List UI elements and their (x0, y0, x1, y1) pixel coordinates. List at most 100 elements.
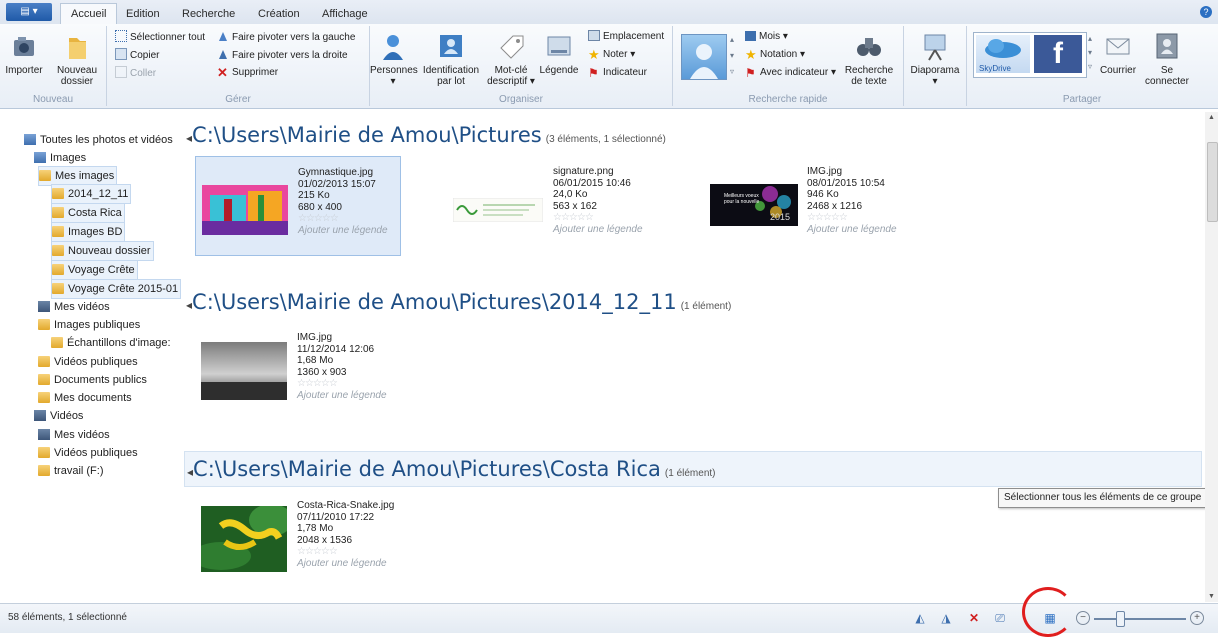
copier-button[interactable]: Copier (115, 48, 159, 62)
identification-button[interactable]: Identification par lot (422, 32, 480, 87)
paste-icon (115, 66, 127, 78)
tab-edition[interactable]: Edition (126, 4, 160, 24)
nav-voyage-crete-2015[interactable]: Voyage Crête 2015-01 (51, 279, 182, 299)
nav-images[interactable]: Images (34, 149, 86, 167)
indicateur-button[interactable]: ⚑ Indicateur (588, 66, 647, 80)
photo-item[interactable]: Gymnastique.jpg 01/02/2013 15:07 215 Ko … (195, 156, 401, 256)
nav-videos[interactable]: Vidéos (34, 407, 83, 425)
group-organiser: Personnes ▾ Identification par lot Mot-clé… (370, 26, 673, 106)
rating-stars[interactable]: ☆☆☆☆☆ (553, 212, 643, 224)
zoom-slider-thumb[interactable] (1116, 611, 1125, 627)
nav-documents-publics[interactable]: Documents publics (38, 371, 147, 389)
photo-thumbnail[interactable] (452, 197, 544, 223)
se-connecter-button[interactable]: Se connecter (1143, 32, 1191, 87)
mois-button[interactable]: Mois ▾ (745, 30, 788, 44)
photo-thumbnail[interactable] (202, 185, 288, 235)
nav-images-bd[interactable]: Images BD (51, 222, 126, 242)
photo-item[interactable]: IMG.jpg 11/12/2014 12:06 1,68 Mo 1360 x … (195, 322, 399, 420)
nouveau-dossier-button[interactable]: Nouveau dossier (54, 32, 100, 87)
rating-stars[interactable]: ☆☆☆☆☆ (297, 546, 394, 558)
add-caption-link[interactable]: Ajouter une légende (297, 558, 394, 570)
ribbon-tab-strip: ▤ ▾ Accueil Edition Recherche Création A… (0, 0, 1218, 25)
nav-voyage-crete[interactable]: Voyage Crête (51, 260, 138, 280)
nav-costa-rica[interactable]: Costa Rica (51, 203, 125, 223)
folder-icon (38, 319, 50, 330)
rotate-left-button[interactable]: Faire pivoter vers la gauche (217, 30, 355, 44)
group-header-costa-rica[interactable]: ◂C:\Users\Mairie de Amou\Pictures\Costa … (184, 451, 1202, 487)
legende-button[interactable]: Légende (538, 32, 580, 76)
photo-thumbnail[interactable] (191, 504, 293, 572)
personnes-button[interactable]: Personnes ▾ (370, 32, 418, 87)
recherche-texte-button[interactable]: Recherche de texte (841, 32, 897, 87)
rating-stars[interactable]: ☆☆☆☆☆ (298, 213, 388, 225)
zoom-out-icon[interactable]: − (1076, 611, 1090, 625)
video-folder-icon (38, 301, 50, 312)
add-caption-link[interactable]: Ajouter une légende (807, 224, 897, 236)
rotate-right-icon[interactable]: ◮ (938, 611, 954, 625)
notation-button[interactable]: ★ Notation ▾ (745, 48, 805, 62)
facebook-tile[interactable]: f (1034, 35, 1082, 73)
nav-images-publiques[interactable]: Images publiques (38, 316, 140, 334)
group-header-2014-12-11[interactable]: ◂C:\Users\Mairie de Amou\Pictures\2014_1… (186, 285, 731, 319)
app-menu-button[interactable]: ▤ ▾ (6, 3, 52, 21)
photo-item[interactable]: Meilleurs voeux pour la nouvelle 2015 IM… (705, 156, 909, 254)
tab-recherche[interactable]: Recherche (182, 4, 235, 24)
tab-accueil[interactable]: Accueil (60, 3, 118, 25)
nav-echantillons[interactable]: Échantillons d'image: (51, 334, 171, 352)
photo-thumbnail[interactable]: Meilleurs voeux pour la nouvelle 2015 (710, 184, 798, 226)
folder-icon (52, 245, 64, 256)
mot-cle-button[interactable]: Mot-clé descriptif ▾ (486, 32, 536, 87)
share-gallery-scroll[interactable]: ▴ ▾ ▿ (1085, 32, 1095, 76)
tag-person-icon (435, 32, 467, 62)
rotate-right-button[interactable]: Faire pivoter vers la droite (217, 48, 348, 62)
scrollbar-thumb[interactable] (1207, 142, 1218, 222)
nav-travail-f[interactable]: travail (F:) (38, 462, 104, 480)
photo-item[interactable]: signature.png 06/01/2015 10:46 24,0 Ko 5… (452, 156, 659, 254)
rotate-left-icon[interactable]: ◭ (912, 611, 928, 625)
person-gallery-thumb[interactable] (681, 34, 727, 80)
rating-stars[interactable]: ☆☆☆☆☆ (297, 378, 387, 390)
photo-thumbnail[interactable] (201, 342, 287, 400)
coller-button[interactable]: Coller (115, 66, 156, 80)
zoom-in-icon[interactable]: + (1190, 611, 1204, 625)
scroll-down-arrow-icon[interactable]: ▼ (1208, 593, 1215, 600)
rating-stars[interactable]: ☆☆☆☆☆ (807, 212, 897, 224)
importer-button[interactable]: Importer (4, 32, 44, 76)
courrier-button[interactable]: Courrier (1097, 32, 1139, 76)
avec-indicateur-button[interactable]: ⚑ Avec indicateur ▾ (745, 66, 836, 80)
group-header-pictures[interactable]: ◂C:\Users\Mairie de Amou\Pictures (3 élém… (186, 118, 666, 152)
collapse-bullet-icon[interactable]: ◂ (185, 465, 193, 479)
nav-mes-documents[interactable]: Mes documents (38, 389, 132, 407)
noter-button[interactable]: ★ Noter ▾ (588, 48, 635, 62)
nav-mes-videos[interactable]: Mes vidéos (38, 298, 110, 316)
select-all-button[interactable]: Sélectionner tout (115, 30, 205, 44)
nav-videos-publiques-2[interactable]: Vidéos publiques (38, 444, 138, 462)
delete-icon[interactable]: ✕ (966, 611, 982, 625)
tab-affichage[interactable]: Affichage (322, 4, 368, 24)
add-caption-link[interactable]: Ajouter une légende (297, 390, 387, 402)
skydrive-tile[interactable]: SkyDrive (976, 35, 1030, 73)
add-caption-link[interactable]: Ajouter une légende (298, 225, 388, 237)
vertical-scrollbar[interactable]: ▲ ▼ (1205, 112, 1218, 602)
nav-videos-publiques[interactable]: Vidéos publiques (38, 353, 138, 371)
supprimer-button[interactable]: ✕ Supprimer (217, 66, 278, 80)
scroll-up-arrow-icon[interactable]: ▲ (1208, 114, 1215, 121)
nav-2014-12-11[interactable]: 2014_12_11 (51, 184, 132, 204)
nav-nouveau-dossier[interactable]: Nouveau dossier (51, 241, 154, 261)
nav-toutes-photos[interactable]: Toutes les photos et vidéos (24, 131, 173, 149)
photo-item[interactable]: Costa-Rica-Snake.jpg 07/11/2010 17:22 1,… (191, 490, 399, 588)
tab-creation[interactable]: Création (258, 4, 300, 24)
sign-in-icon (1151, 32, 1183, 62)
photo-metadata: IMG.jpg 11/12/2014 12:06 1,68 Mo 1360 x … (297, 332, 387, 401)
slideshow-icon[interactable]: ⎚ (992, 611, 1008, 625)
nav-mes-images[interactable]: Mes images (38, 166, 118, 186)
slideshow-icon (919, 32, 951, 62)
help-icon[interactable]: ? (1200, 6, 1212, 18)
nav-mes-videos-2[interactable]: Mes vidéos (38, 426, 110, 444)
add-caption-link[interactable]: Ajouter une légende (553, 224, 643, 236)
emplacement-button[interactable]: Emplacement (588, 30, 664, 44)
folder-icon (52, 264, 64, 275)
zoom-slider-track[interactable] (1094, 618, 1186, 620)
gallery-scroll[interactable]: ▴ ▾ ▿ (727, 32, 737, 82)
diaporama-button[interactable]: Diaporama ▾ (908, 32, 962, 87)
